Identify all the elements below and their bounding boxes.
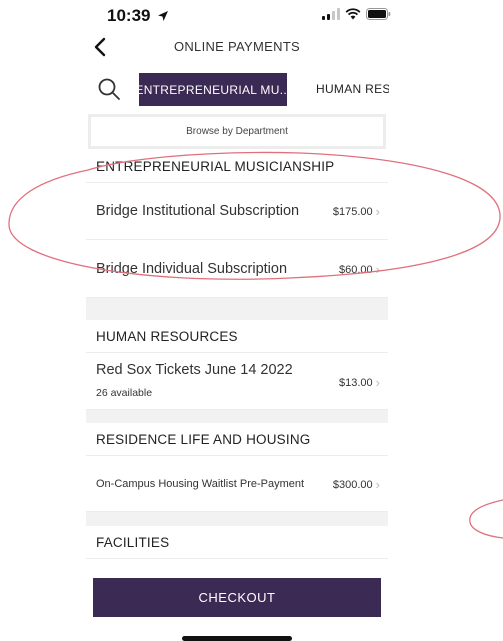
item-price-value: $300.00	[332, 478, 373, 491]
item-price: $13.00 ›	[339, 375, 380, 390]
dept-header-human-resources: HUMAN RESOURCES	[86, 320, 388, 353]
list-item-bridge-individual[interactable]: Bridge Individual Subscription $60.00 ›	[86, 240, 388, 298]
item-price-value: $13.00	[339, 376, 373, 389]
item-text-block: Red Sox Tickets June 14 2022 26 availabl…	[96, 362, 293, 399]
battery-icon	[366, 8, 391, 20]
dept-header-residence-life: RESIDENCE LIFE AND HOUSING	[86, 423, 388, 456]
chevron-right-icon: ›	[375, 477, 380, 492]
item-price: $60.00 ›	[339, 262, 380, 277]
department-tab-row: ENTREPRENEURIAL MU... HUMAN RES	[86, 70, 389, 108]
list-item-housing-waitlist[interactable]: On-Campus Housing Waitlist Pre-Payment $…	[86, 456, 388, 512]
item-name: Bridge Individual Subscription	[96, 261, 288, 277]
list-item-red-sox-tickets[interactable]: Red Sox Tickets June 14 2022 26 availabl…	[86, 353, 388, 410]
chevron-right-icon: ›	[375, 375, 380, 390]
browse-label: Browse by Department	[186, 126, 288, 137]
section-gap	[86, 410, 388, 423]
annotation-arc	[469, 499, 503, 539]
dept-header-entrepreneurial-musicianship: ENTREPRENEURIAL MUSICIANSHIP	[86, 150, 388, 183]
status-icons	[322, 8, 391, 20]
page-title: ONLINE PAYMENTS	[173, 39, 301, 54]
location-arrow-icon	[158, 11, 169, 21]
list-item-bridge-institutional[interactable]: Bridge Institutional Subscription $175.0…	[86, 183, 388, 240]
search-icon[interactable]	[96, 76, 122, 102]
chevron-right-icon: ›	[375, 204, 380, 219]
item-price: $175.00 ›	[333, 204, 380, 219]
status-time-text: 10:39	[107, 6, 151, 25]
wifi-icon	[345, 8, 361, 20]
browse-by-department-button[interactable]: Browse by Department	[88, 114, 386, 149]
item-name: On-Campus Housing Waitlist Pre-Payment	[96, 478, 305, 490]
home-indicator	[182, 636, 292, 641]
department-list: ENTREPRENEURIAL MUSICIANSHIP Bridge Inst…	[86, 150, 388, 559]
item-price-value: $175.00	[332, 205, 373, 218]
chevron-right-icon: ›	[375, 262, 380, 277]
item-price-value: $60.00	[339, 263, 373, 276]
tab-human-resources[interactable]: HUMAN RES	[316, 82, 389, 96]
checkout-button[interactable]: CHECKOUT	[93, 578, 381, 617]
item-price: $300.00 ›	[333, 477, 380, 492]
signal-icon	[322, 8, 340, 20]
section-gap	[86, 298, 388, 320]
tab-entrepreneurial-musicianship[interactable]: ENTREPRENEURIAL MU...	[135, 73, 290, 106]
status-time: 10:39	[107, 6, 169, 26]
item-name: Bridge Institutional Subscription	[96, 203, 300, 219]
dept-header-facilities: FACILITIES	[86, 526, 388, 559]
item-name: Red Sox Tickets June 14 2022	[96, 362, 293, 378]
checkout-label: CHECKOUT	[198, 590, 276, 605]
status-bar: 10:39	[0, 0, 503, 36]
section-gap	[86, 512, 388, 526]
nav-bar: ONLINE PAYMENTS	[86, 34, 388, 60]
item-availability: 26 available	[96, 387, 153, 399]
